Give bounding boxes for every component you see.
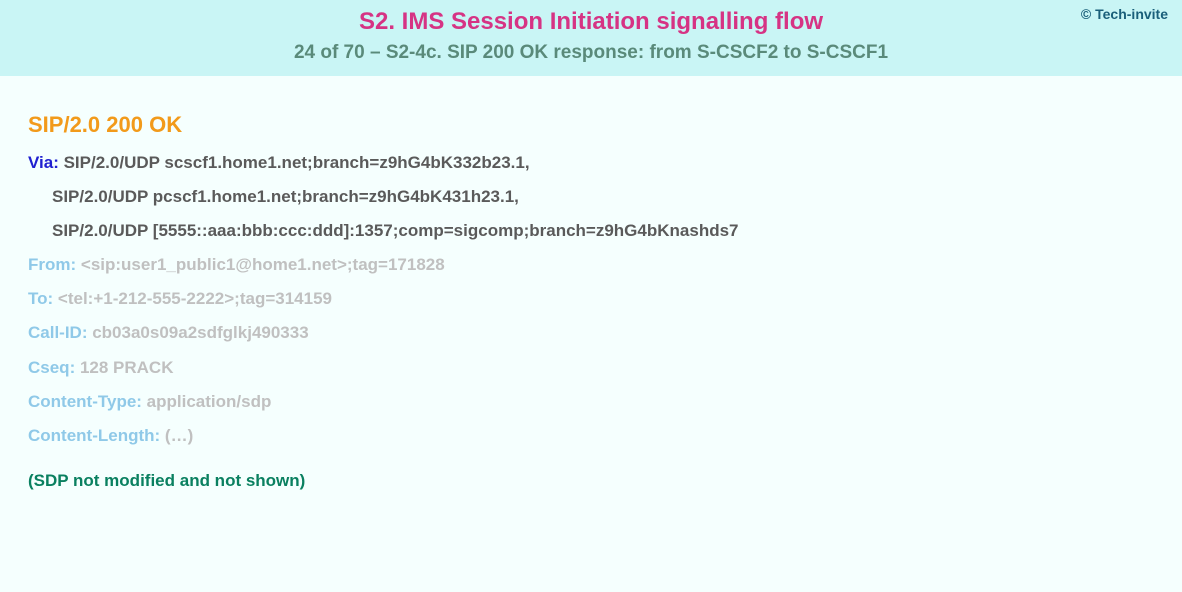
content-length-header: Content-Length: (…) (28, 425, 1154, 447)
page-title: S2. IMS Session Initiation signalling fl… (0, 8, 1182, 36)
call-id-label: Call-ID: (28, 323, 88, 342)
sip-status-line: SIP/2.0 200 OK (28, 112, 1154, 138)
via-value-1: SIP/2.0/UDP scscf1.home1.net;branch=z9hG… (59, 153, 530, 172)
content-length-value: (…) (160, 426, 193, 445)
from-label: From: (28, 255, 76, 274)
via-value-3: SIP/2.0/UDP [5555::aaa:bbb:ccc:ddd]:1357… (52, 221, 739, 240)
call-id-value: cb03a0s09a2sdfglkj490333 (88, 323, 309, 342)
to-header: To: <tel:+1-212-555-2222>;tag=314159 (28, 288, 1154, 310)
via-value-2: SIP/2.0/UDP pcscf1.home1.net;branch=z9hG… (52, 187, 519, 206)
cseq-header: Cseq: 128 PRACK (28, 357, 1154, 379)
cseq-label: Cseq: (28, 358, 75, 377)
cseq-value: 128 PRACK (75, 358, 173, 377)
from-header: From: <sip:user1_public1@home1.net>;tag=… (28, 254, 1154, 276)
via-header-line3: SIP/2.0/UDP [5555::aaa:bbb:ccc:ddd]:1357… (28, 220, 1154, 242)
sip-message-content: SIP/2.0 200 OK Via: SIP/2.0/UDP scscf1.h… (0, 76, 1182, 511)
sdp-note: (SDP not modified and not shown) (28, 471, 1154, 491)
to-label: To: (28, 289, 53, 308)
call-id-header: Call-ID: cb03a0s09a2sdfglkj490333 (28, 322, 1154, 344)
via-header-line1: Via: SIP/2.0/UDP scscf1.home1.net;branch… (28, 152, 1154, 174)
via-label: Via: (28, 153, 59, 172)
content-type-value: application/sdp (142, 392, 271, 411)
content-type-label: Content-Type: (28, 392, 142, 411)
copyright-text: © Tech-invite (1081, 6, 1168, 22)
via-header-line2: SIP/2.0/UDP pcscf1.home1.net;branch=z9hG… (28, 186, 1154, 208)
to-value: <tel:+1-212-555-2222>;tag=314159 (53, 289, 332, 308)
page-subtitle: 24 of 70 – S2-4c. SIP 200 OK response: f… (0, 42, 1182, 64)
content-length-label: Content-Length: (28, 426, 160, 445)
from-value: <sip:user1_public1@home1.net>;tag=171828 (76, 255, 445, 274)
content-type-header: Content-Type: application/sdp (28, 391, 1154, 413)
header-band: © Tech-invite S2. IMS Session Initiation… (0, 0, 1182, 76)
